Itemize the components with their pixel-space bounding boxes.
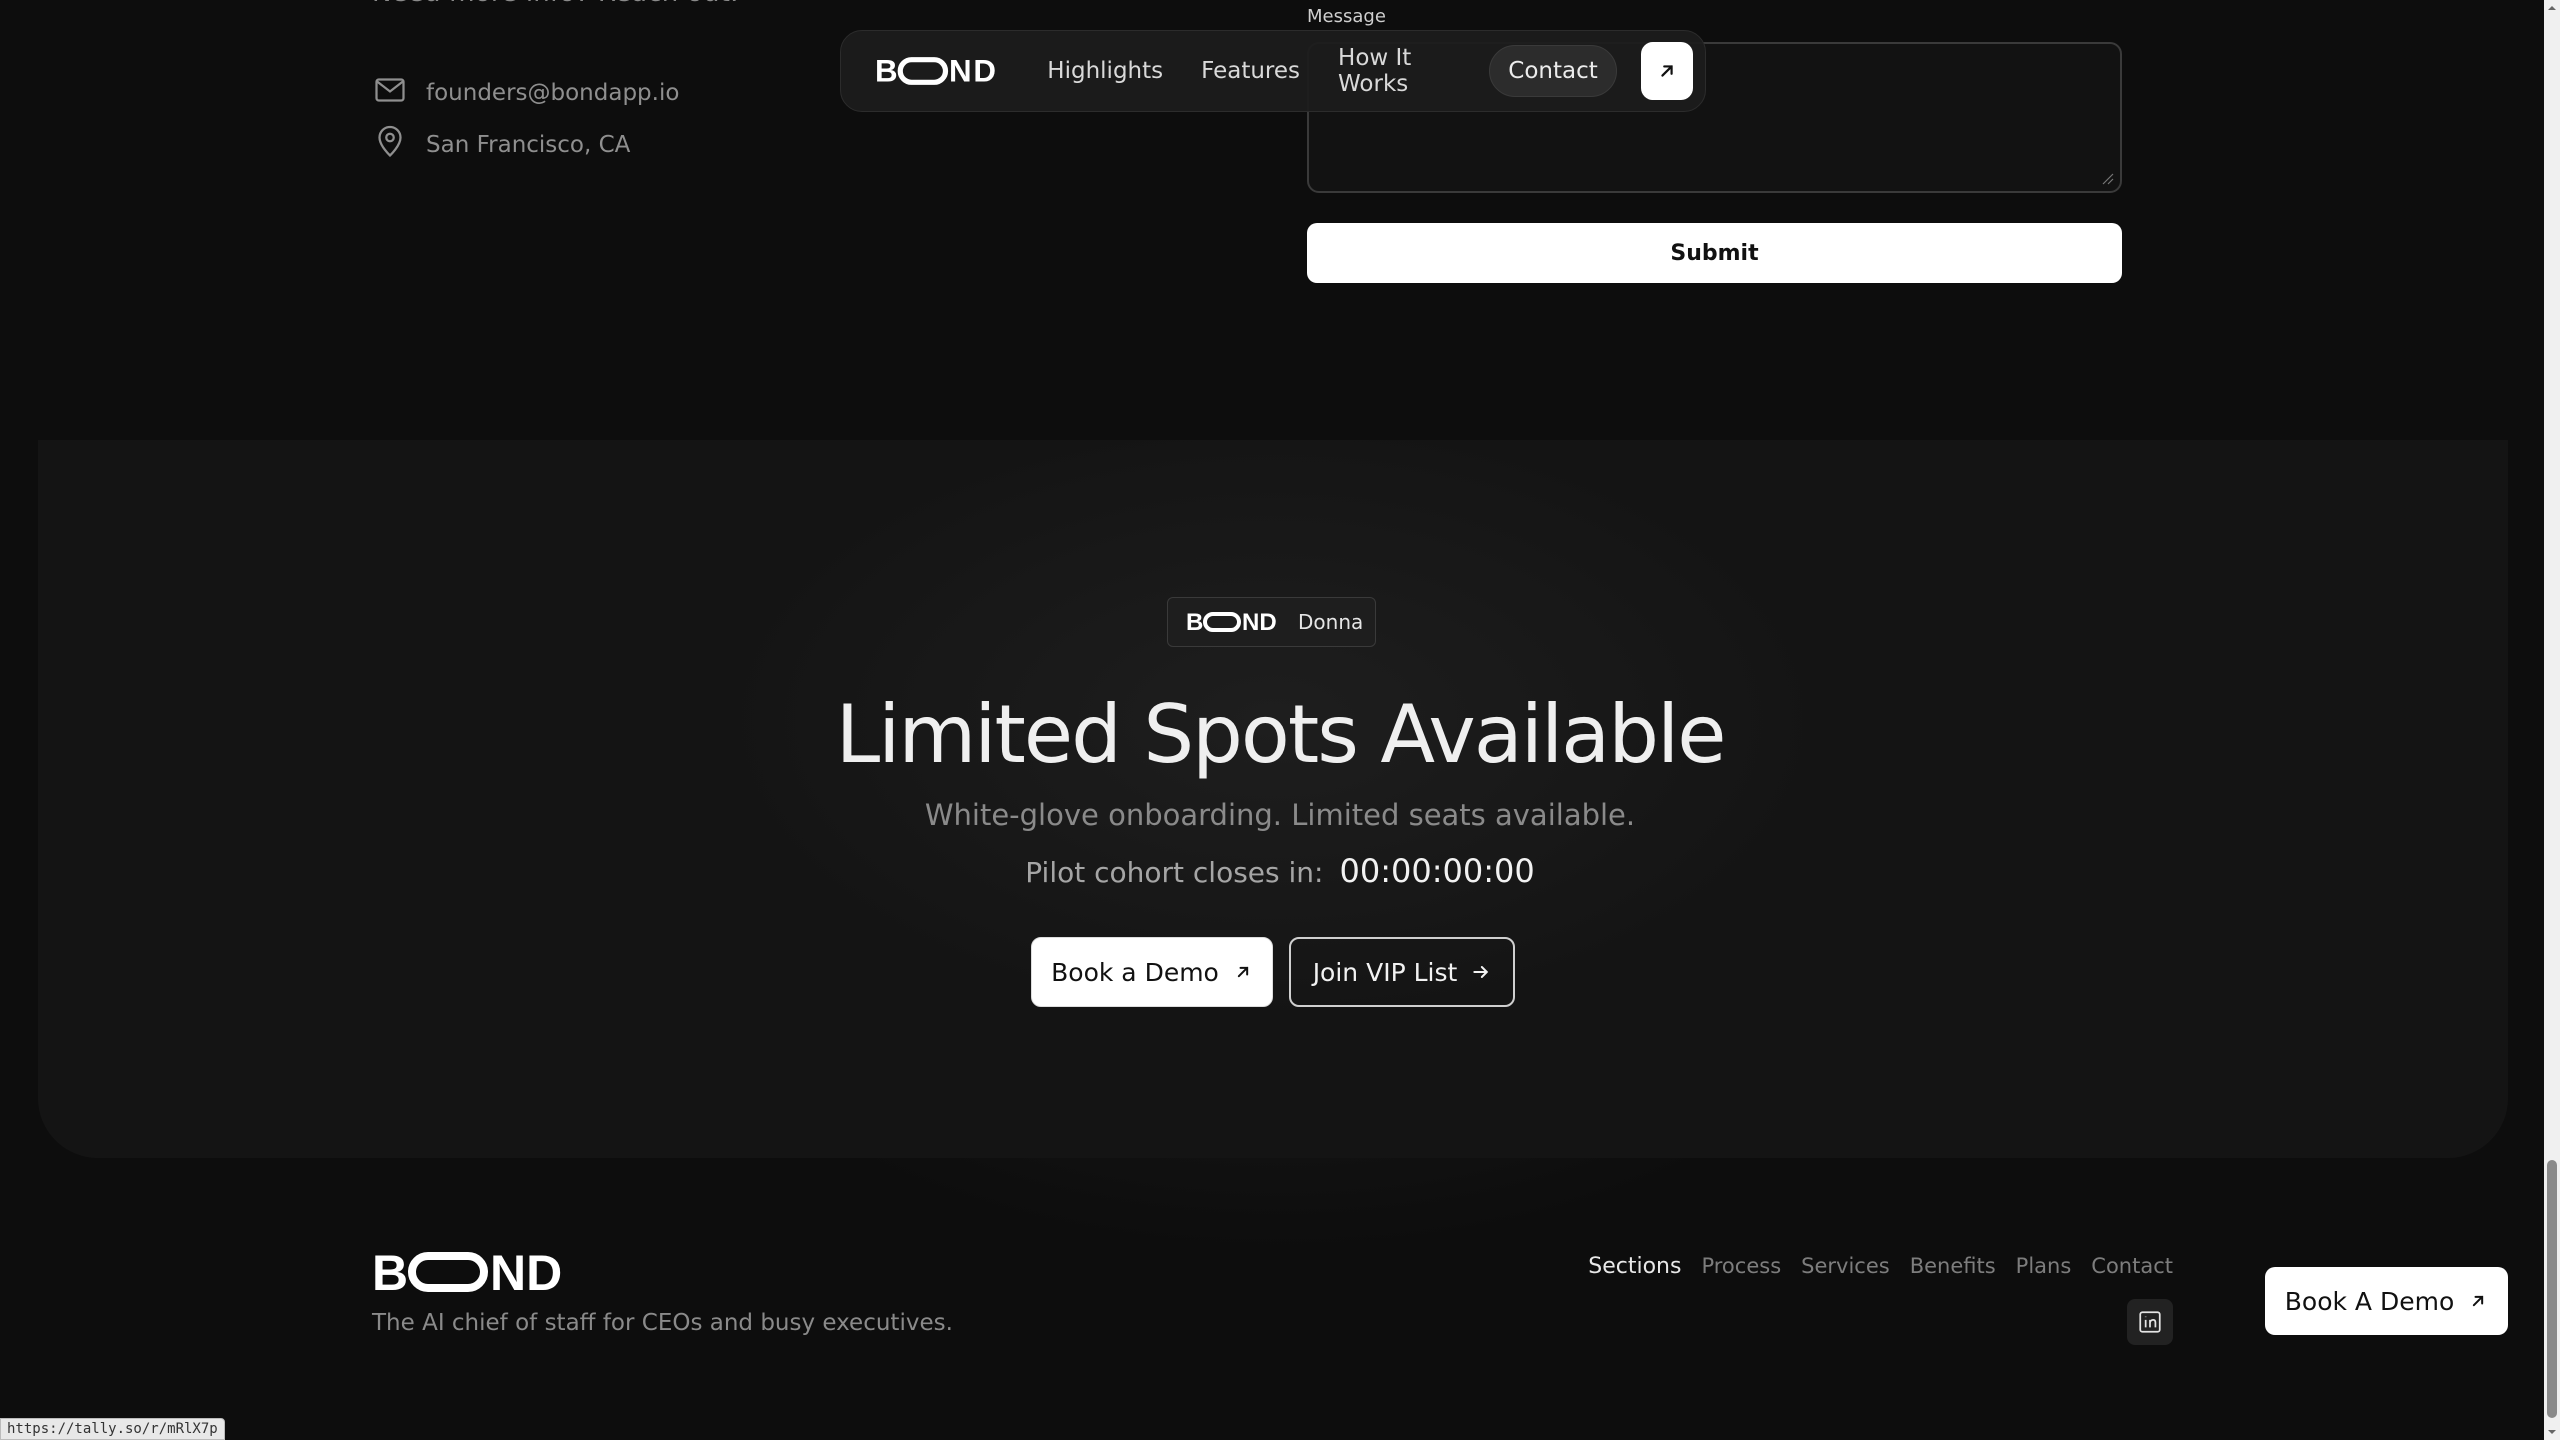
footer-book-demo-button[interactable]: Book A Demo [2265,1267,2508,1335]
footer-link-process[interactable]: Process [1701,1254,1781,1278]
footer-link-contact[interactable]: Contact [2091,1254,2173,1278]
bond-badge-logo: B ND [1186,610,1277,634]
countdown-timer: 00:00:00:00 [1339,852,1535,890]
arrow-up-right-icon [2473,1295,2484,1307]
svg-text:ND: ND [490,1250,562,1294]
svg-text:B: B [1186,610,1203,634]
footer-link-benefits[interactable]: Benefits [1910,1254,1996,1278]
book-demo-label: Book a Demo [1051,957,1219,987]
product-badge: B ND Donna [1167,597,1376,647]
book-demo-button[interactable]: Book a Demo [1031,937,1273,1007]
bond-logo[interactable]: B ND [875,53,1007,89]
footer-link-plans[interactable]: Plans [2016,1254,2072,1278]
countdown-label: Pilot cohort closes in: [1025,856,1324,889]
nav-link-contact[interactable]: Contact [1489,45,1617,97]
hero-subtitle: White-glove onboarding. Limited seats av… [924,798,1636,832]
badge-label: Donna [1298,610,1364,634]
mail-icon [372,72,408,114]
hero-title: Limited Spots Available [835,688,1727,781]
status-bar-url: https://tally.so/r/mRlX7p [0,1418,225,1440]
arrow-up-right-icon [1237,966,1249,978]
footer-book-demo-label: Book A Demo [2284,1286,2455,1316]
contact-reach-out-text: Need more info? Reach out. [372,0,739,8]
scrollbar-thumb[interactable] [2547,1160,2557,1418]
map-pin-icon [372,124,408,166]
arrow-up-right-icon [1661,65,1673,77]
contact-email-row[interactable]: founders@bondapp.io [372,72,679,114]
countdown: Pilot cohort closes in: 00:00:00:00 [0,852,2560,890]
nav-link-how-it-works[interactable]: How It Works [1338,45,1469,97]
scroll-down-arrow-icon[interactable] [2548,1428,2556,1436]
footer-bond-logo[interactable]: B ND [372,1250,584,1294]
contact-email-text[interactable]: founders@bondapp.io [426,80,679,106]
resize-grip-icon[interactable] [2100,171,2114,185]
svg-text:B: B [372,1250,408,1294]
join-vip-label: Join VIP List [1312,957,1458,987]
arrow-right-icon [1473,966,1489,978]
linkedin-icon [2139,1311,2161,1333]
contact-location-text: San Francisco, CA [426,132,631,158]
contact-location-row: San Francisco, CA [372,124,630,166]
hero-buttons: Book a Demo Join VIP List [1031,937,1515,1007]
scroll-up-arrow-icon[interactable] [2548,4,2556,12]
message-label: Message [1307,6,1386,27]
submit-button[interactable]: Submit [1307,223,2122,283]
join-vip-button[interactable]: Join VIP List [1289,937,1515,1007]
footer-nav: Sections Process Services Benefits Plans… [1588,1254,2173,1279]
nav-link-highlights[interactable]: Highlights [1047,58,1163,84]
svg-text:ND: ND [1242,610,1277,634]
nav-link-features[interactable]: Features [1201,58,1300,84]
page: Need more info? Reach out. founders@bond… [0,0,2560,1440]
vertical-scrollbar[interactable] [2544,0,2560,1440]
footer-nav-heading: Sections [1588,1254,1682,1279]
svg-text:ND: ND [949,53,998,88]
svg-text:B: B [875,53,899,88]
footer-link-services[interactable]: Services [1801,1254,1890,1278]
top-nav: B ND Highlights Features How It Works Co… [840,30,1706,112]
nav-cta-button[interactable] [1640,42,1693,100]
footer-tagline: The AI chief of staff for CEOs and busy … [372,1310,953,1336]
linkedin-button[interactable] [2127,1299,2173,1345]
